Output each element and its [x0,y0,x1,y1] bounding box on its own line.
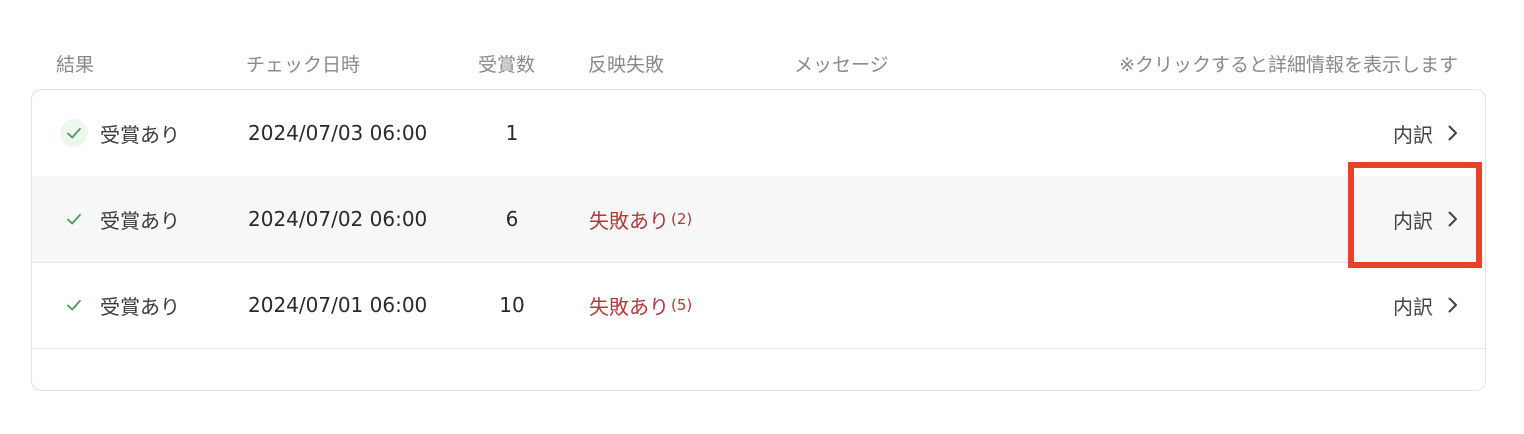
result-cell: 受賞あり [60,262,180,348]
result-cell: 受賞あり [60,176,180,262]
detail-link[interactable]: 内訳 [1393,90,1459,176]
check-date: 2024/07/01 06:00 [248,293,428,317]
status-text: 受賞あり [100,122,180,147]
check-date: 2024/07/03 06:00 [248,121,428,145]
failure-count: (2) [671,210,693,228]
failure-cell [589,90,591,176]
chevron-right-icon [1447,296,1459,314]
table-row-partial [32,348,1485,434]
award-count: 6 [505,207,519,231]
detail-label: 内訳 [1393,208,1433,233]
status-text: 受賞あり [100,208,180,233]
check-icon [60,119,88,147]
column-header-award-count: 受賞数 [478,54,536,76]
result-cell: 受賞あり [60,90,180,176]
failure-cell: 失敗あり (5) [589,262,692,348]
chevron-right-icon [1447,210,1459,228]
table-row[interactable]: 受賞あり 2024/07/02 06:00 6 失敗あり (2) 内訳 [32,176,1485,263]
column-header-result: 結果 [56,54,95,76]
check-date: 2024/07/02 06:00 [248,207,428,231]
table-row[interactable]: 受賞あり 2024/07/01 06:00 10 失敗あり (5) 内訳 [32,262,1485,349]
failure-cell: 失敗あり (2) [589,176,692,262]
column-header-message: メッセージ [794,54,889,76]
failure-label: 失敗あり [589,208,669,233]
award-count: 1 [505,121,519,145]
failure-count: (5) [671,296,693,314]
column-header-check-date: チェック日時 [246,54,361,76]
detail-label: 内訳 [1393,122,1433,147]
detail-label: 内訳 [1393,294,1433,319]
chevron-right-icon [1447,124,1459,142]
detail-link[interactable]: 内訳 [1393,176,1459,262]
award-count: 10 [499,293,525,317]
check-icon [60,291,88,319]
table-row[interactable]: 受賞あり 2024/07/03 06:00 1 内訳 [32,90,1485,177]
click-hint-note: ※クリックすると詳細情報を表示します [1119,54,1458,76]
status-text: 受賞あり [100,294,180,319]
column-header-reflect-failure: 反映失敗 [588,54,665,76]
failure-label: 失敗あり [589,294,669,319]
detail-link[interactable]: 内訳 [1393,262,1459,348]
check-icon [60,205,88,233]
table-header: 結果 チェック日時 受賞数 反映失敗 メッセージ ※クリックすると詳細情報を表示… [0,42,1524,82]
result-table: 受賞あり 2024/07/03 06:00 1 内訳 受賞あり 2024/07/… [31,89,1486,391]
